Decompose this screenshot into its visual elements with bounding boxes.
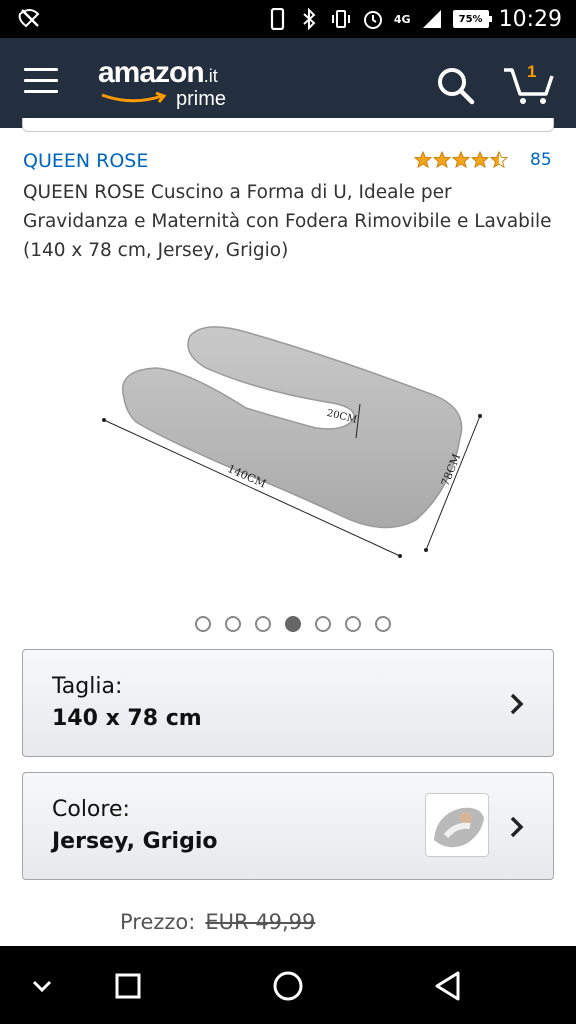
price-row: Prezzo: EUR 49,99 [120,910,315,934]
bluetooth-icon [303,8,316,30]
carousel-dot[interactable] [345,616,361,632]
product-title: QUEEN ROSE Cuscino a Forma di U, Ideale … [23,182,552,261]
color-thumbnail[interactable] [425,793,489,857]
logo-tld: .it [203,66,218,86]
size-value: 140 x 78 cm [52,706,202,731]
half-star-icon [490,151,508,169]
signal-icon [422,10,441,28]
star-icon [414,151,432,169]
rating-stars [414,151,508,169]
network-type: 4G [393,12,411,26]
old-price: EUR 49,99 [205,910,316,934]
chevron-down-icon[interactable] [20,964,64,1008]
product-image[interactable]: 140CM 78CM 20CM [96,310,496,570]
size-label: Taglia: [52,674,123,699]
size-selector[interactable]: Taglia: 140 x 78 cm [22,649,554,757]
search-icon[interactable] [436,66,476,106]
menu-button[interactable] [24,68,62,98]
color-label: Colore: [52,797,130,822]
vibrate-icon [331,10,350,28]
carousel-dot[interactable] [285,616,301,632]
previous-card-edge [22,118,554,132]
battery-indicator: 75% [452,10,492,28]
location-off-icon [18,9,40,28]
color-selector[interactable]: Colore: Jersey, Grigio [22,772,554,880]
logo-prime: prime [176,88,227,110]
circle-icon[interactable] [266,964,310,1008]
phone-icon [270,8,285,30]
pillow-thumbnail-image [434,807,484,848]
star-icon [433,151,451,169]
carousel-dot[interactable] [195,616,211,632]
star-icon [471,151,489,169]
star-icon [452,151,470,169]
color-value: Jersey, Grigio [52,829,218,854]
app-header: amazon.it prime 1 [0,38,576,128]
brand-link[interactable]: QUEEN ROSE [23,150,148,172]
carousel-dot[interactable] [315,616,331,632]
triangle-back-icon[interactable] [426,964,470,1008]
square-icon[interactable] [106,964,150,1008]
cart-count: 1 [527,62,537,81]
menu-icon [24,68,58,71]
carousel-dot[interactable] [255,616,271,632]
logo-smile-icon [101,92,167,103]
logo-text: amazon [98,56,205,89]
rating[interactable]: 85 [414,150,552,170]
price-label: Prezzo: [120,910,196,934]
status-bar: 4G 75% 10:29 [0,0,576,38]
amazon-logo[interactable]: amazon.it prime [98,56,238,114]
review-count[interactable]: 85 [530,150,552,170]
image-carousel-dots [0,616,576,632]
clock: 10:29 [498,6,562,32]
carousel-dot[interactable] [225,616,241,632]
system-nav-bar [0,946,576,1024]
chevron-right-icon [510,816,524,838]
carousel-dot[interactable] [375,616,391,632]
alarm-icon [363,11,382,29]
chevron-right-icon [510,693,524,715]
